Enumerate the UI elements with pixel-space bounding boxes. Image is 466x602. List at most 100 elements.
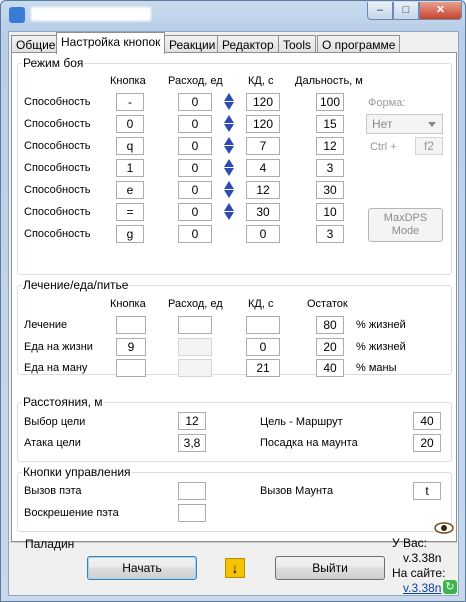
ability-key-field[interactable]: 1 [116,159,144,177]
ability-range-field[interactable]: 30 [316,181,344,199]
ability-label: Способность [24,206,91,218]
ability-key-field[interactable]: 0 [116,115,144,133]
ability-cd-field[interactable]: 4 [246,159,280,177]
maximize-button[interactable]: □ [393,2,419,20]
revive-pet-field[interactable] [178,504,206,522]
move-row-arrows-icon[interactable] [224,137,234,155]
move-row-arrows-icon[interactable] [224,115,234,133]
ability-label: Способность [24,96,91,108]
healing-header-cd: КД, с [248,298,274,310]
form-dropdown-value: Нет [372,117,393,131]
ability-range-field[interactable]: 3 [316,225,344,243]
move-row-arrows-icon[interactable] [224,159,234,177]
controls-legend: Кнопки управления [22,465,132,479]
food-mana-rest-field[interactable]: 40 [316,359,344,377]
ability-cost-field[interactable]: 0 [178,137,212,155]
food-hp-key-field[interactable]: 9 [116,338,146,356]
healing-header-key: Кнопка [110,298,146,310]
healing-legend: Лечение/еда/питье [22,278,130,292]
site-version-link[interactable]: v.3.38n [403,581,441,595]
combat-legend: Режим боя [22,56,85,70]
summon-mount-field[interactable]: t [413,482,441,500]
heal-cd-field[interactable] [246,316,280,334]
ability-range-field[interactable]: 100 [316,93,344,111]
food-mana-cd-field[interactable]: 21 [246,359,280,377]
ability-key-field[interactable]: e [116,181,144,199]
heal-rest-field[interactable]: 80 [316,316,344,334]
ability-range-field[interactable]: 10 [316,203,344,221]
heal-key-field[interactable] [116,316,146,334]
tab-about[interactable]: О программе [317,35,401,53]
window-title-redacted [31,7,151,21]
ability-key-field[interactable]: - [116,93,144,111]
food-mana-key-field[interactable] [116,359,146,377]
summon-pet-field[interactable] [178,482,206,500]
title-bar[interactable]: – □ ✕ [1,1,465,29]
ability-range-field[interactable]: 12 [316,137,344,155]
target-attack-label: Атака цели [24,437,81,449]
food-mana-label: Еда на ману [24,362,88,374]
form-dropdown[interactable]: Нет [366,114,443,134]
combat-header-range: Дальность, м [295,75,363,87]
food-hp-unit: % жизней [356,341,406,353]
maxdps-mode-button[interactable]: MaxDPS Mode [368,208,443,242]
ability-key-field[interactable]: g [116,225,144,243]
ability-cd-field[interactable]: 12 [246,181,280,199]
route-field[interactable]: 40 [413,412,441,430]
heal-cost-field[interactable] [178,316,212,334]
tab-reactions[interactable]: Реакции [164,35,221,53]
move-row-arrows-icon[interactable] [224,93,234,111]
ability-cost-field[interactable]: 0 [178,93,212,111]
site-label: На сайте: [392,566,446,580]
ability-label: Способность [24,184,91,196]
healing-header-cost: Расход, ед [168,298,223,310]
start-button[interactable]: Начать [87,556,197,580]
ability-range-field[interactable]: 3 [316,159,344,177]
ctrl-label: Ctrl + [370,141,397,153]
mount-land-field[interactable]: 20 [413,434,441,452]
target-attack-field[interactable]: 3,8 [178,434,206,452]
ability-key-field[interactable]: = [116,203,144,221]
ability-cost-field[interactable]: 0 [178,203,212,221]
tab-editor[interactable]: Редактор [217,35,279,53]
refresh-icon[interactable]: ↻ [443,580,457,594]
ability-label: Способность [24,140,91,152]
ability-cost-field[interactable]: 0 [178,115,212,133]
food-hp-cd-field[interactable]: 0 [246,338,280,356]
summon-mount-label: Вызов Маунта [260,485,334,497]
heal-label: Лечение [24,319,68,331]
client-area: Общие Настройка кнопок Реакции Редактор … [8,31,459,596]
tab-button-settings[interactable]: Настройка кнопок [56,32,166,54]
ability-cost-field[interactable]: 0 [178,159,212,177]
food-hp-rest-field[interactable]: 20 [316,338,344,356]
eye-icon[interactable] [434,522,454,534]
ability-cd-field[interactable]: 120 [246,115,280,133]
food-hp-cost-field [178,338,212,356]
app-icon [9,7,25,23]
ability-cd-field[interactable]: 0 [246,225,280,243]
ability-cd-field[interactable]: 30 [246,203,280,221]
you-have-label: У Вас: [392,536,427,550]
tab-panel: Режим боя Кнопка Расход, ед КД, с Дально… [11,52,457,542]
minimize-button[interactable]: – [367,2,393,20]
ability-label: Способность [24,228,91,240]
ability-cost-field[interactable]: 0 [178,225,212,243]
target-select-field[interactable]: 12 [178,412,206,430]
tab-tools[interactable]: Tools [278,35,317,53]
ability-cd-field[interactable]: 7 [246,137,280,155]
target-select-label: Выбор цели [24,416,86,428]
move-row-arrows-icon[interactable] [224,203,234,221]
ability-cd-field[interactable]: 120 [246,93,280,111]
ability-key-field[interactable]: q [116,137,144,155]
close-button[interactable]: ✕ [419,2,462,20]
exit-button[interactable]: Выйти [275,556,385,580]
ability-cost-field[interactable]: 0 [178,181,212,199]
ctrl-key-field[interactable]: f2 [415,137,443,155]
tab-general[interactable]: Общие [11,35,61,53]
healing-header-rest: Остаток [307,298,348,310]
download-arrow-icon[interactable]: ↓ [225,558,245,578]
distances-group [17,402,452,462]
form-label: Форма: [368,97,406,109]
ability-range-field[interactable]: 15 [316,115,344,133]
move-row-arrows-icon[interactable] [224,181,234,199]
